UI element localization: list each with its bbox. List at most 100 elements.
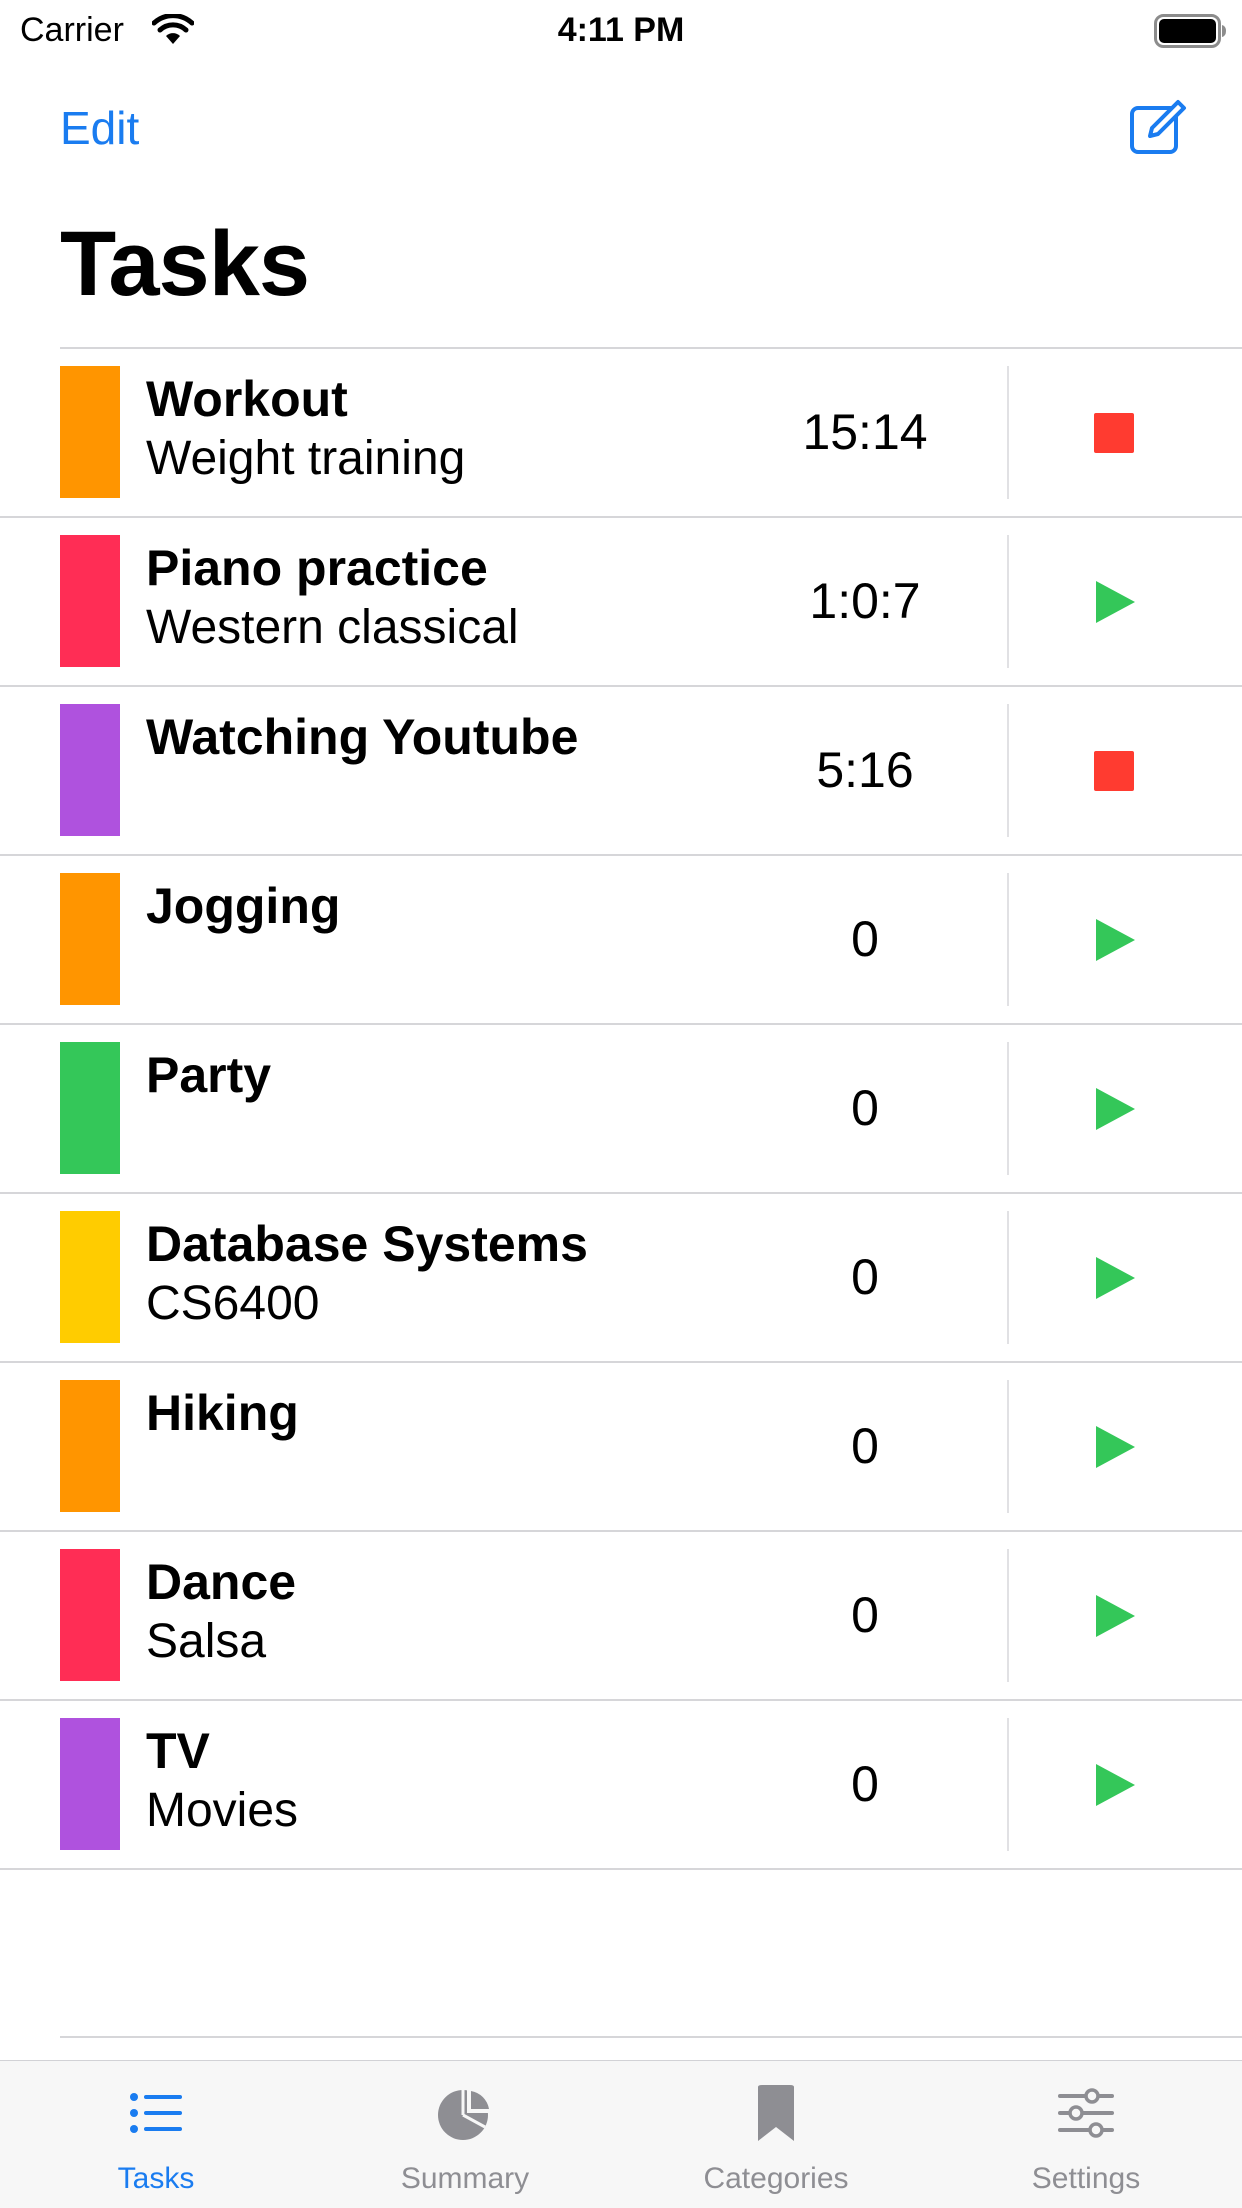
task-name: Database Systems — [146, 1216, 588, 1272]
task-text: Party — [146, 1045, 766, 1105]
stop-icon — [1094, 413, 1134, 453]
task-row[interactable]: Dance Salsa 0 — [0, 1532, 1242, 1701]
task-row[interactable]: Piano practice Western classical 1:0:7 — [0, 518, 1242, 687]
task-elapsed-time: 5:16 — [816, 742, 914, 798]
row-separator — [1007, 1042, 1009, 1175]
task-elapsed-time: 0 — [851, 1249, 879, 1305]
play-icon — [1096, 1088, 1135, 1130]
bookmark-icon — [758, 2085, 794, 2141]
task-name: Workout — [146, 371, 348, 427]
play-icon — [1096, 1426, 1135, 1468]
status-time: 4:11 PM — [557, 11, 685, 49]
task-category: Movies — [146, 1784, 299, 1837]
task-elapsed-time: 15:14 — [802, 404, 928, 460]
row-separator — [1007, 1380, 1009, 1513]
task-row[interactable]: TV Movies 0 — [0, 1701, 1242, 1870]
task-color-swatch — [60, 1380, 120, 1512]
task-color-swatch — [60, 1549, 120, 1681]
pie-chart-icon — [438, 2089, 491, 2140]
row-separator — [1007, 1718, 1009, 1851]
play-icon — [1096, 1595, 1135, 1637]
play-button[interactable] — [1066, 892, 1162, 988]
task-elapsed-time: 0 — [851, 1587, 879, 1643]
row-separator — [1007, 704, 1009, 837]
task-elapsed-time: 1:0:7 — [809, 573, 921, 629]
page-title: Tasks — [60, 213, 310, 315]
task-name: Jogging — [146, 878, 341, 934]
play-button[interactable] — [1066, 554, 1162, 650]
task-elapsed-time: 0 — [851, 1418, 879, 1474]
task-name: Watching Youtube — [146, 709, 579, 765]
task-name: Hiking — [146, 1385, 299, 1441]
task-category: Salsa — [146, 1615, 267, 1668]
task-category: CS6400 — [146, 1277, 320, 1330]
play-button[interactable] — [1066, 1737, 1162, 1833]
task-list: Workout Weight training 15:14 Piano prac… — [0, 349, 1242, 1870]
sliders-icon — [1058, 2088, 1114, 2138]
row-separator — [1007, 535, 1009, 668]
task-color-swatch — [60, 1718, 120, 1850]
task-name: Party — [146, 1047, 272, 1103]
row-separator — [1007, 366, 1009, 499]
tab-summary[interactable]: Summary — [355, 2061, 575, 2208]
app-screen: Carrier 4:11 PM Edit Tasks Workout Weigh… — [0, 0, 1242, 2208]
row-separator — [1007, 1549, 1009, 1682]
task-row[interactable]: Jogging 0 — [0, 856, 1242, 1025]
task-name: TV — [146, 1723, 210, 1779]
edit-button[interactable]: Edit — [60, 100, 139, 156]
task-row[interactable]: Hiking 0 — [0, 1363, 1242, 1532]
tab-settings[interactable]: Settings — [976, 2061, 1196, 2208]
task-text: Workout Weight training — [146, 369, 766, 489]
stop-button[interactable] — [1066, 385, 1162, 481]
list-bottom-divider — [60, 2036, 1242, 2038]
row-separator — [1007, 873, 1009, 1006]
compose-icon — [1130, 100, 1186, 154]
compose-button[interactable] — [1128, 98, 1188, 158]
tab-label: Categories — [703, 2162, 849, 2195]
task-elapsed-time: 0 — [851, 911, 879, 967]
stop-button[interactable] — [1066, 723, 1162, 819]
stop-icon — [1094, 751, 1134, 791]
play-button[interactable] — [1066, 1061, 1162, 1157]
task-row[interactable]: Watching Youtube 5:16 — [0, 687, 1242, 856]
play-button[interactable] — [1066, 1568, 1162, 1664]
battery-full-icon — [1154, 14, 1226, 48]
task-color-swatch — [60, 366, 120, 498]
task-name: Piano practice — [146, 540, 488, 596]
task-name: Dance — [146, 1554, 297, 1610]
play-button[interactable] — [1066, 1399, 1162, 1495]
task-color-swatch — [60, 535, 120, 667]
task-category: Weight training — [146, 432, 466, 485]
play-button[interactable] — [1066, 1230, 1162, 1326]
task-text: TV Movies — [146, 1721, 766, 1841]
task-text: Watching Youtube — [146, 707, 766, 767]
task-row[interactable]: Workout Weight training 15:14 — [0, 349, 1242, 518]
status-bar: Carrier 4:11 PM — [0, 0, 1242, 60]
tab-tasks[interactable]: Tasks — [46, 2061, 266, 2208]
play-icon — [1096, 581, 1135, 623]
task-color-swatch — [60, 704, 120, 836]
row-separator — [1007, 1211, 1009, 1344]
list-icon — [130, 2093, 182, 2133]
task-row[interactable]: Party 0 — [0, 1025, 1242, 1194]
tab-bar: Tasks Summary Categories Settings — [0, 2060, 1242, 2208]
tab-label: Settings — [1031, 2162, 1141, 2195]
task-text: Jogging — [146, 876, 766, 936]
task-elapsed-time: 0 — [851, 1756, 879, 1812]
task-elapsed-time: 0 — [851, 1080, 879, 1136]
tab-categories[interactable]: Categories — [666, 2061, 886, 2208]
tab-label: Summary — [400, 2162, 530, 2195]
task-text: Hiking — [146, 1383, 766, 1443]
play-icon — [1096, 1257, 1135, 1299]
task-text: Dance Salsa — [146, 1552, 766, 1672]
task-color-swatch — [60, 1211, 120, 1343]
task-text: Piano practice Western classical — [146, 538, 766, 658]
task-color-swatch — [60, 1042, 120, 1174]
tab-label: Tasks — [117, 2162, 195, 2195]
task-row[interactable]: Database Systems CS6400 0 — [0, 1194, 1242, 1363]
play-icon — [1096, 1764, 1135, 1806]
task-color-swatch — [60, 873, 120, 1005]
task-text: Database Systems CS6400 — [146, 1214, 766, 1334]
play-icon — [1096, 919, 1135, 961]
task-category: Western classical — [146, 601, 519, 654]
